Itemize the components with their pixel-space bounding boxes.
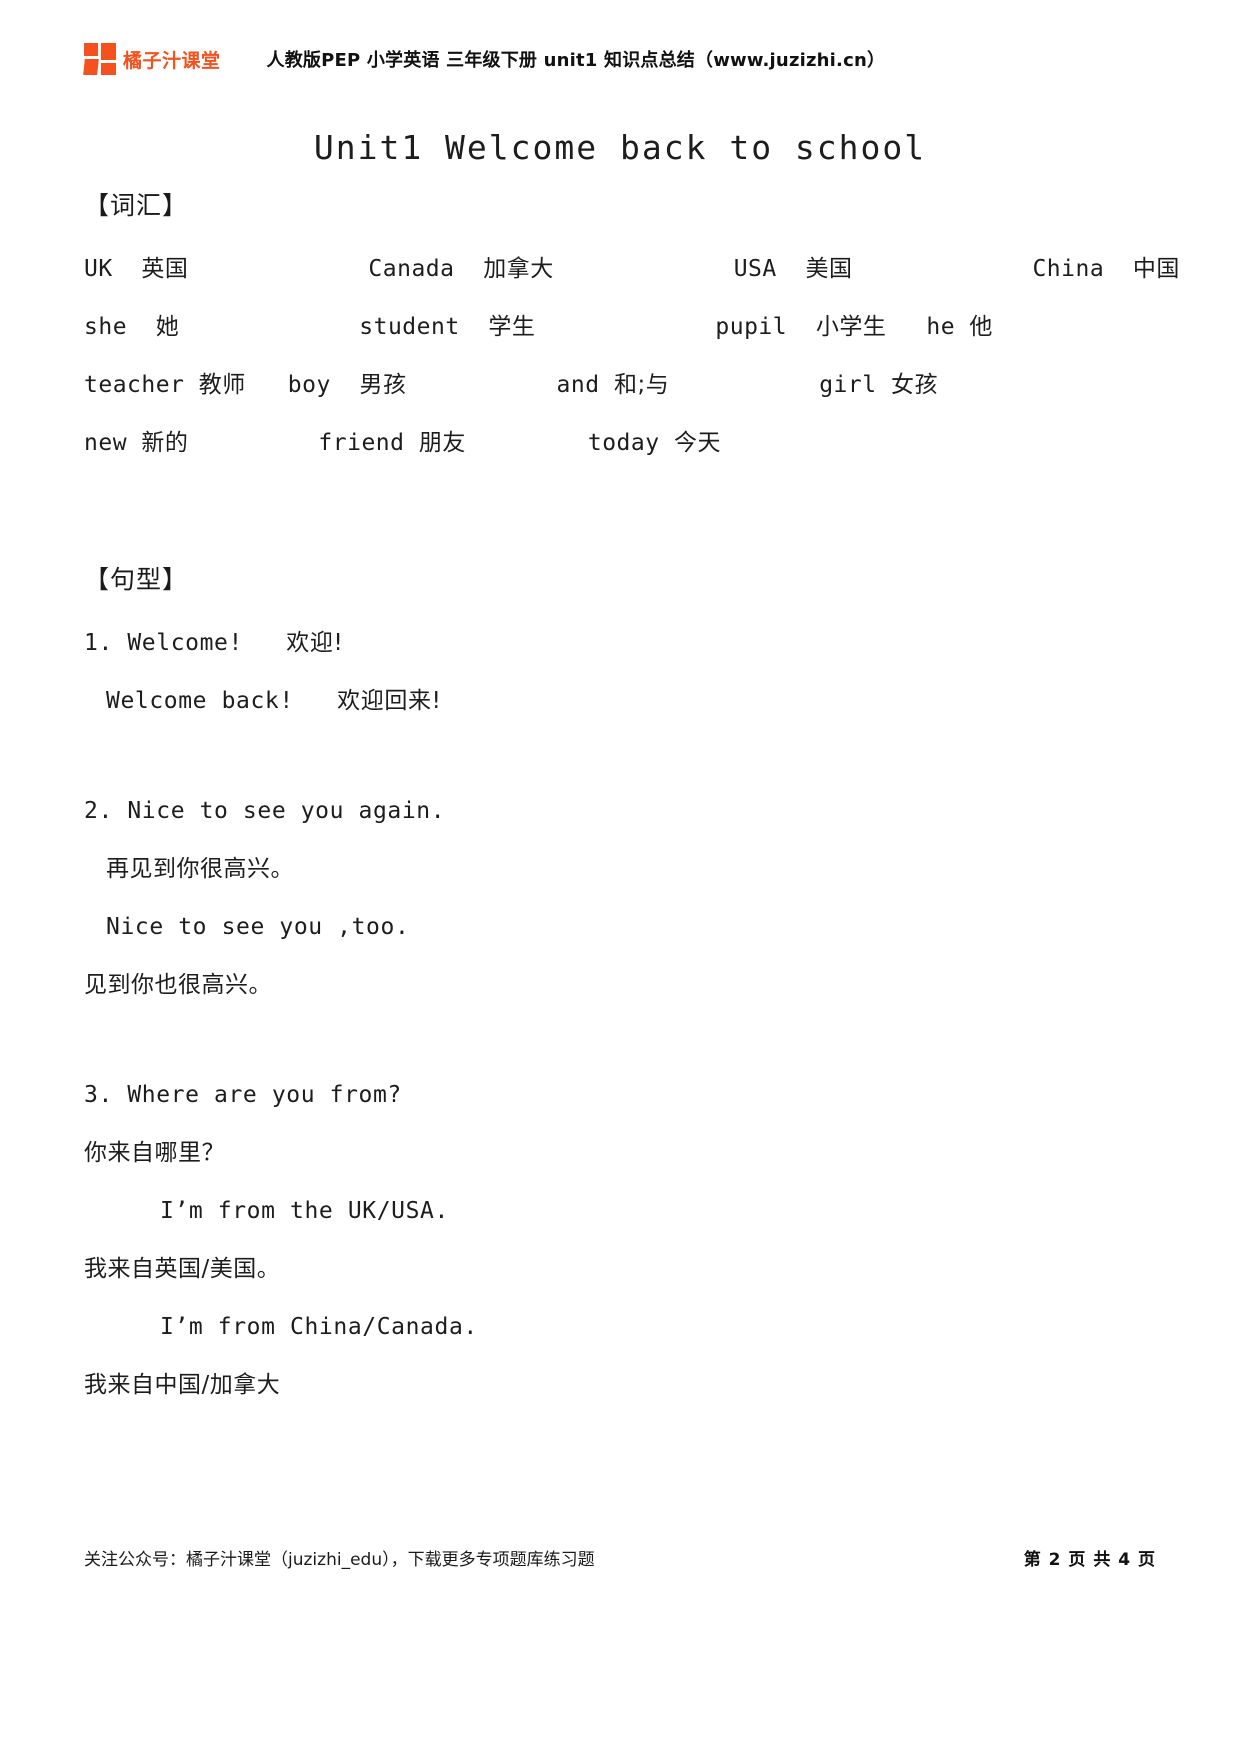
sentence-cn: 你来自哪里？ — [84, 1140, 225, 1166]
vocab-term: China 中国 — [1032, 240, 1179, 298]
page-header: 橘子汁课堂 人教版PEP 小学英语 三年级下册 unit1 知识点总结（www.… — [83, 38, 1156, 80]
vocabulary-list: UK 英国 Canada 加拿大 USA 美国 China 中国 she 她 s… — [84, 240, 1179, 472]
vocab-en: today — [587, 430, 660, 456]
vocab-cn: 朋友 — [418, 430, 466, 456]
vocab-en: and — [556, 372, 600, 398]
footer-page-number: 第 2 页 共 4 页 — [1023, 1550, 1156, 1570]
sentence-extra-en: Welcome back! — [106, 688, 294, 714]
vocab-term: girl 女孩 — [819, 356, 938, 414]
vocab-term: boy 男孩 — [288, 356, 407, 414]
vocab-en: girl — [819, 372, 877, 398]
vocabulary-heading: 【词汇】 — [84, 191, 189, 220]
vocab-en: pupil — [715, 314, 788, 340]
vocab-cn: 今天 — [673, 430, 721, 456]
vocab-cn: 加拿大 — [483, 256, 554, 282]
sentence-extra-cn: 欢迎回来! — [337, 688, 442, 714]
sentence-answer-en: I’m from China/Canada. — [160, 1314, 478, 1340]
brand-name: 橘子汁课堂 — [123, 49, 221, 72]
vocab-term: she 她 — [84, 298, 179, 356]
vocab-en: student — [359, 314, 460, 340]
vocab-term: student 学生 — [359, 298, 535, 356]
footer-note: 关注公众号：橘子汁课堂（juzizhi_edu），下载更多专项题库练习题 — [84, 1550, 595, 1570]
vocab-en: UK — [84, 256, 113, 282]
vocab-cn: 和;与 — [613, 372, 670, 398]
sentence-cn: 欢迎! — [286, 630, 344, 656]
sentence-answer-en: I’m from the UK/USA. — [160, 1198, 449, 1224]
document-page: 橘子汁课堂 人教版PEP 小学英语 三年级下册 unit1 知识点总结（www.… — [0, 0, 1240, 1754]
sentence-answer-cn: 我来自中国/加拿大 — [84, 1372, 281, 1398]
vocab-cn: 学生 — [488, 314, 536, 340]
header-title: 人教版PEP 小学英语 三年级下册 unit1 知识点总结（www.juzizh… — [266, 50, 886, 71]
vocab-term: friend 朋友 — [318, 414, 465, 472]
vocab-cn: 小学生 — [815, 314, 887, 340]
sentence-item: 3. Where are you from? — [84, 1066, 1156, 1124]
vocab-term: he 他 — [926, 298, 993, 356]
vocab-en: USA — [733, 256, 777, 282]
vocabulary-row: she 她 student 学生 pupil 小学生 he 他 — [84, 298, 1156, 356]
vocab-en: China — [1032, 256, 1105, 282]
vocab-term: Canada 加拿大 — [368, 240, 553, 298]
vocab-term: today 今天 — [588, 414, 721, 472]
vocab-term: UK 英国 — [84, 240, 188, 298]
vocab-cn: 美国 — [805, 256, 853, 282]
sentence-item: 2. Nice to see you again. — [84, 782, 1156, 840]
sentence-pattern-heading: 【句型】 — [84, 565, 189, 594]
document-body: 【词汇】 UK 英国 Canada 加拿大 USA 美国 China 中国 sh… — [84, 186, 1179, 1414]
vocab-cn: 他 — [969, 314, 993, 340]
vocab-cn: 教师 — [198, 372, 246, 398]
sentence-number: 1. — [84, 630, 113, 656]
vocab-cn: 男孩 — [359, 372, 407, 398]
sentence-extra-en: Nice to see you ,too. — [106, 914, 410, 940]
vocabulary-row: UK 英国 Canada 加拿大 USA 美国 China 中国 — [84, 240, 1179, 298]
sentence-sub-item: Welcome back! 欢迎回来! — [84, 672, 1156, 730]
vocab-en: Canada — [368, 256, 455, 282]
vocab-en: teacher — [84, 372, 185, 398]
sentence-number: 3. — [84, 1082, 113, 1108]
sentence-answer-cn: 我来自英国/美国。 — [84, 1256, 281, 1282]
sentence-extra-cn: 见到你也很高兴。 — [84, 972, 272, 998]
orange-squares-logo-icon — [83, 43, 118, 75]
vocabulary-row: new 新的 friend 朋友 today 今天 — [84, 414, 1156, 472]
vocab-term: pupil 小学生 — [715, 298, 886, 356]
vocab-cn: 英国 — [141, 256, 189, 282]
vocab-cn: 女孩 — [890, 372, 938, 398]
vocab-en: new — [84, 430, 128, 456]
sentence-cn: 再见到你很高兴。 — [106, 856, 294, 882]
vocab-term: and 和;与 — [557, 356, 670, 414]
vocab-cn: 新的 — [141, 430, 189, 456]
vocab-cn: 中国 — [1132, 256, 1180, 282]
vocab-term: teacher 教师 — [84, 356, 246, 414]
vocab-term: USA 美国 — [734, 240, 853, 298]
brand-logo: 橘子汁课堂 — [83, 43, 221, 75]
vocab-en: he — [926, 314, 956, 340]
sentence-item: 1. Welcome! 欢迎! — [84, 614, 1156, 672]
vocab-en: boy — [287, 372, 331, 398]
sentence-en: Welcome! — [127, 630, 243, 656]
vocab-cn: 她 — [155, 314, 180, 340]
page-footer: 关注公众号：橘子汁课堂（juzizhi_edu），下载更多专项题库练习题 第 2… — [84, 1545, 1156, 1570]
sentence-en: Where are you from? — [127, 1082, 402, 1108]
sentence-en: Nice to see you again. — [127, 798, 446, 824]
vocab-en: she — [84, 314, 128, 340]
page-title: Unit1 Welcome back to school — [313, 128, 927, 167]
sentence-number: 2. — [84, 798, 113, 824]
vocab-term: new 新的 — [84, 414, 188, 472]
vocabulary-row: teacher 教师 boy 男孩 and 和;与 girl 女孩 — [84, 356, 1156, 414]
sentence-list: 1. Welcome! 欢迎! Welcome back! 欢迎回来! 2. N… — [84, 614, 1156, 1414]
vocab-en: friend — [318, 430, 405, 456]
